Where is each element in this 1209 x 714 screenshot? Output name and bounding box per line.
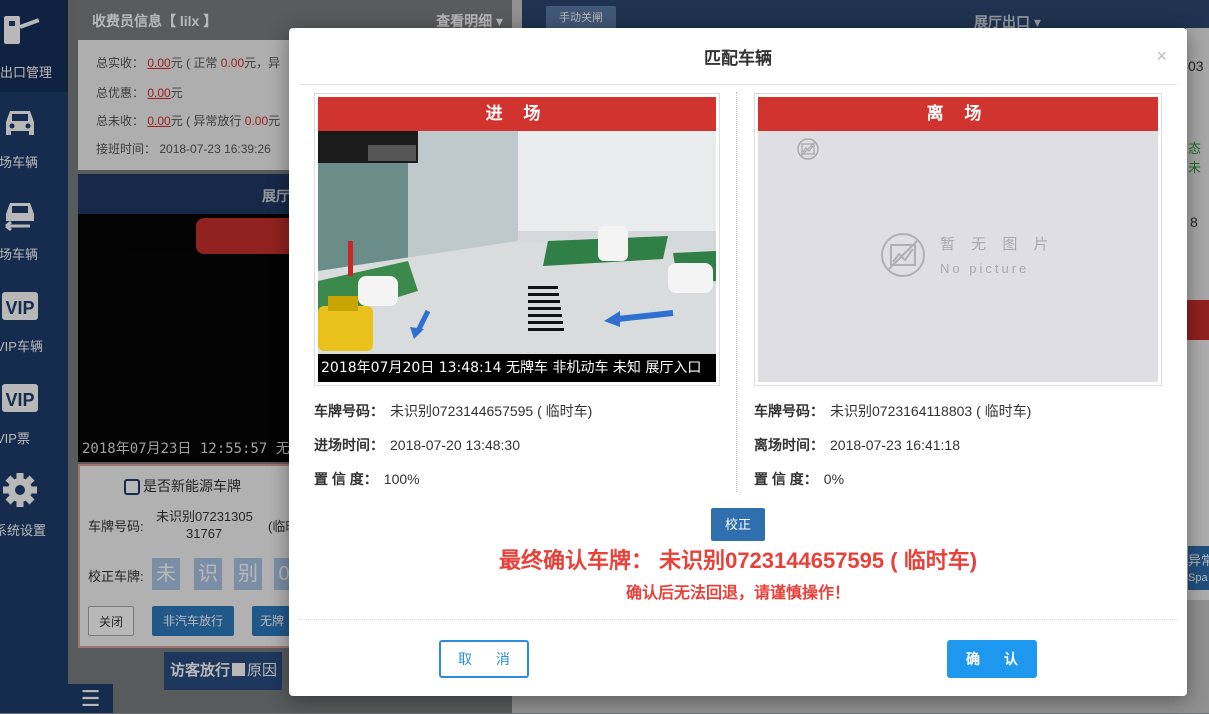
no-picture-cn: 暂 无 图 片 xyxy=(940,236,1055,253)
divider xyxy=(299,619,1177,620)
exit-image-box: 离 场 暂 无 图 片 No picture xyxy=(754,93,1162,386)
exit-confidence-row: 置 信 度： 0% xyxy=(754,471,845,487)
exit-photo-placeholder: 暂 无 图 片 No picture xyxy=(758,131,1158,382)
exit-banner: 离 场 xyxy=(758,97,1158,131)
confirm-button[interactable]: 确 认 xyxy=(947,640,1037,678)
cancel-button[interactable]: 取 消 xyxy=(439,640,529,678)
entry-banner: 进 场 xyxy=(318,97,716,131)
column-divider xyxy=(736,92,737,492)
final-plate-text: 最终确认车牌： 未识别0723144657595 ( 临时车) xyxy=(498,548,978,573)
exit-time-row: 离场时间： 2018-07-23 16:41:18 xyxy=(754,437,960,453)
verify-button[interactable]: 校正 xyxy=(711,508,765,541)
entry-plate-row: 车牌号码： 未识别0723144657595 ( 临时车) xyxy=(314,403,593,419)
exit-confidence-value: 0% xyxy=(823,471,845,487)
no-picture-icon xyxy=(881,233,925,277)
entry-image-box: 进 场 2018年07月20日 13:48:14 无牌车 非机动车 未知 展厅入… xyxy=(314,93,720,386)
entry-photo-caption: 2018年07月20日 13:48:14 无牌车 非机动车 未知 展厅入口 xyxy=(318,354,716,382)
no-picture-en: No picture xyxy=(940,261,1030,276)
entry-confidence-value: 100% xyxy=(383,471,420,487)
divider xyxy=(299,84,1177,85)
entry-photo[interactable]: 2018年07月20日 13:48:14 无牌车 非机动车 未知 展厅入口 xyxy=(318,131,716,382)
exit-time-value: 2018-07-23 16:41:18 xyxy=(830,437,960,453)
entry-time-row: 进场时间： 2018-07-20 13:48:30 xyxy=(314,437,520,453)
entry-photo-scene xyxy=(318,131,716,382)
modal-title: 匹配车辆 xyxy=(704,49,772,68)
warning-text: 确认后无法回退，请谨慎操作！ xyxy=(625,585,850,602)
entry-confidence-row: 置 信 度： 100% xyxy=(314,471,420,487)
entry-time-value: 2018-07-20 13:48:30 xyxy=(390,437,520,453)
close-icon[interactable]: × xyxy=(1156,46,1167,67)
broken-image-icon xyxy=(797,138,819,160)
match-vehicle-modal: 匹配车辆 × 进 场 2018年07月20日 13:48:14 无牌车 非机动车… xyxy=(289,28,1187,696)
exit-plate-value: 未识别0723164118803 ( 临时车) xyxy=(830,403,1032,419)
exit-plate-row: 车牌号码： 未识别0723164118803 ( 临时车) xyxy=(754,403,1032,419)
entry-plate-value: 未识别0723144657595 ( 临时车) xyxy=(390,403,593,419)
